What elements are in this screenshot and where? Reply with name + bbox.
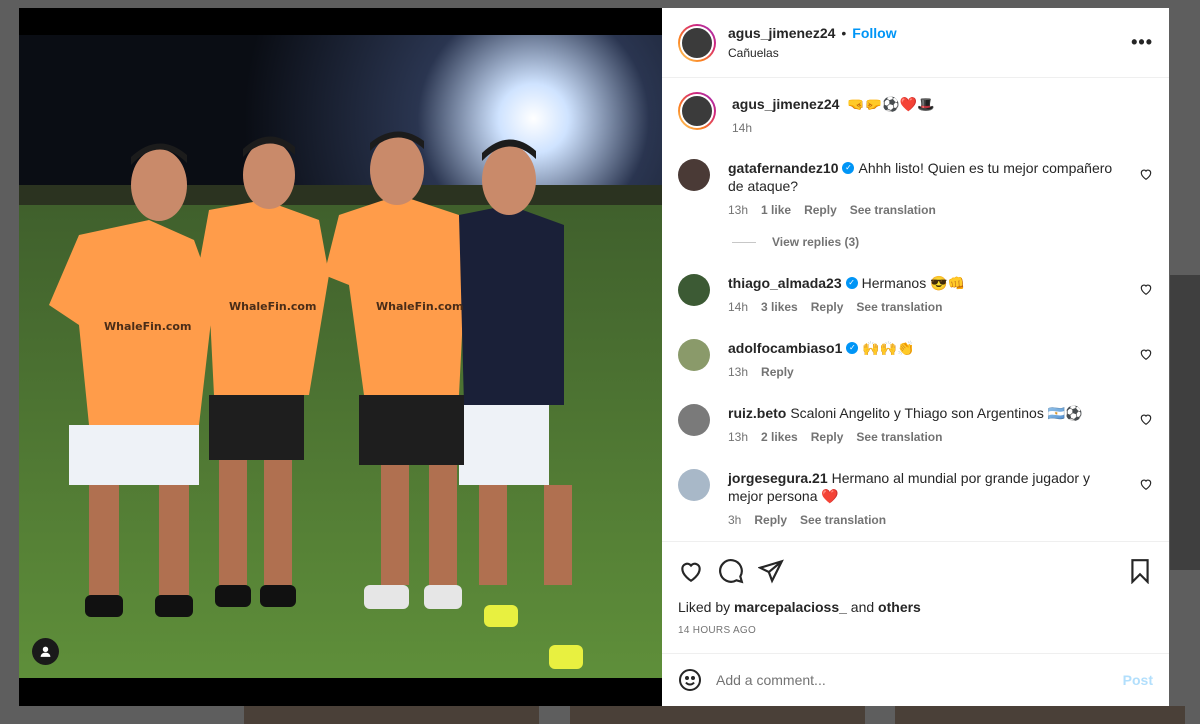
background-thumbnail (895, 706, 1185, 724)
comment-time[interactable]: 13h (728, 430, 748, 444)
see-translation-button[interactable]: See translation (856, 300, 942, 314)
more-options-icon[interactable]: ••• (1131, 32, 1153, 53)
verified-badge-icon: ✓ (846, 342, 859, 355)
reply-button[interactable]: Reply (811, 430, 844, 444)
post-location[interactable]: Cañuelas (728, 46, 897, 60)
comment-item: adolfocambiaso1 ✓ 🙌🙌👏 13h Reply (678, 339, 1153, 379)
post-timestamp[interactable]: 14 HOURS AGO (662, 625, 1169, 636)
commenter-avatar[interactable] (678, 159, 710, 191)
bookmark-icon[interactable] (1127, 558, 1153, 584)
shirt-logo: WhaleFin.com (104, 320, 191, 333)
caption-time: 14h (732, 121, 753, 135)
reply-button[interactable]: Reply (761, 365, 794, 379)
action-bar (662, 541, 1169, 599)
post-footer: Liked by marcepalacioss_ and others 14 H… (662, 541, 1169, 706)
comment-time[interactable]: 14h (728, 300, 748, 314)
comment-item: ruiz.beto Scaloni Angelito y Thiago son A… (678, 404, 1153, 444)
comment-username[interactable]: ruiz.beto (728, 405, 786, 421)
post-sidebar: agus_jimenez24 • Follow Cañuelas ••• agu… (662, 8, 1169, 706)
emoji-icon[interactable] (678, 668, 702, 692)
background-thumbnail (1170, 275, 1200, 570)
post-header: agus_jimenez24 • Follow Cañuelas ••• (662, 8, 1169, 78)
reply-button[interactable]: Reply (804, 203, 837, 217)
liked-by-and: and (850, 599, 875, 615)
see-translation-button[interactable]: See translation (850, 203, 936, 217)
comment-likes[interactable]: 1 like (761, 203, 791, 217)
commenter-avatar[interactable] (678, 274, 710, 306)
comment-item: jorgesegura.21 Hermano al mundial por gra… (678, 469, 1153, 527)
background-thumbnail (570, 706, 865, 724)
commenter-avatar[interactable] (678, 339, 710, 371)
shirt-logo: WhaleFin.com (229, 300, 316, 313)
comment-heart-icon[interactable] (1139, 347, 1153, 361)
separator-dot: • (841, 25, 847, 41)
see-translation-button[interactable]: See translation (800, 513, 886, 527)
comment-heart-icon[interactable] (1139, 282, 1153, 296)
comment-heart-icon[interactable] (1139, 412, 1153, 426)
comment-likes[interactable]: 2 likes (761, 430, 798, 444)
comment-item: gatafernandez10 ✓ Ahhh listo! Quien es tu … (678, 159, 1153, 217)
view-replies-button[interactable]: View replies (3) (732, 235, 1153, 249)
shirt-logo: WhaleFin.com (376, 300, 463, 313)
liked-by-others[interactable]: others (878, 599, 921, 615)
verified-badge-icon: ✓ (845, 277, 858, 290)
verified-badge-icon: ✓ (842, 162, 855, 175)
post-comment-button[interactable]: Post (1123, 672, 1153, 688)
liked-by-prefix: Liked by (678, 599, 731, 615)
replies-divider (732, 241, 756, 243)
comment-text: 🙌🙌👏 (862, 340, 915, 356)
comment-likes[interactable]: 3 likes (761, 300, 798, 314)
add-comment-bar: Add a comment... Post (662, 653, 1169, 706)
author-avatar[interactable] (678, 92, 716, 130)
comment-username[interactable]: adolfocambiaso1 (728, 340, 842, 356)
comment-time[interactable]: 3h (728, 513, 741, 527)
commenter-avatar[interactable] (678, 469, 710, 501)
caption-text: 🤜🤛⚽❤️🎩 (847, 96, 935, 112)
liked-by-user[interactable]: marcepalacioss_ (734, 599, 847, 615)
user-tag-icon[interactable] (32, 638, 59, 665)
comment-time[interactable]: 13h (728, 365, 748, 379)
background-thumbnail (244, 706, 539, 724)
comment-username[interactable]: jorgesegura.21 (728, 470, 828, 486)
comment-heart-icon[interactable] (1139, 167, 1153, 181)
see-translation-button[interactable]: See translation (856, 430, 942, 444)
follow-button[interactable]: Follow (852, 25, 896, 41)
post-media: WhaleFin.com WhaleFin.com WhaleFin.com (19, 8, 662, 706)
post-photo[interactable]: WhaleFin.com WhaleFin.com WhaleFin.com (19, 35, 662, 678)
liked-by: Liked by marcepalacioss_ and others (662, 599, 1169, 615)
comment-item: thiago_almada23 ✓ Hermanos 😎👊 14h 3 likes Re… (678, 274, 1153, 314)
author-username[interactable]: agus_jimenez24 (728, 25, 835, 41)
photo-illustration: WhaleFin.com WhaleFin.com WhaleFin.com (19, 35, 662, 678)
comment-time[interactable]: 13h (728, 203, 748, 217)
comments-list[interactable]: agus_jimenez24 🤜🤛⚽❤️🎩 14h gatafernandez1… (662, 78, 1169, 541)
comment-icon[interactable] (718, 558, 744, 584)
heart-icon[interactable] (678, 558, 704, 584)
comment-heart-icon[interactable] (1139, 477, 1153, 491)
reply-button[interactable]: Reply (754, 513, 787, 527)
author-avatar[interactable] (678, 23, 716, 62)
comment-text: Scaloni Angelito y Thiago son Argentinos… (790, 405, 1083, 421)
comment-username[interactable]: gatafernandez10 (728, 160, 838, 176)
reply-button[interactable]: Reply (811, 300, 844, 314)
view-replies-label: View replies (3) (772, 235, 860, 249)
post-modal: WhaleFin.com WhaleFin.com WhaleFin.com a… (19, 8, 1169, 706)
share-icon[interactable] (758, 558, 784, 584)
commenter-avatar[interactable] (678, 404, 710, 436)
caption: agus_jimenez24 🤜🤛⚽❤️🎩 14h (678, 92, 1153, 135)
comment-input[interactable]: Add a comment... (716, 672, 1123, 688)
comment-text: Hermanos 😎👊 (861, 275, 965, 291)
comment-username[interactable]: thiago_almada23 (728, 275, 842, 291)
caption-username[interactable]: agus_jimenez24 (732, 96, 839, 112)
